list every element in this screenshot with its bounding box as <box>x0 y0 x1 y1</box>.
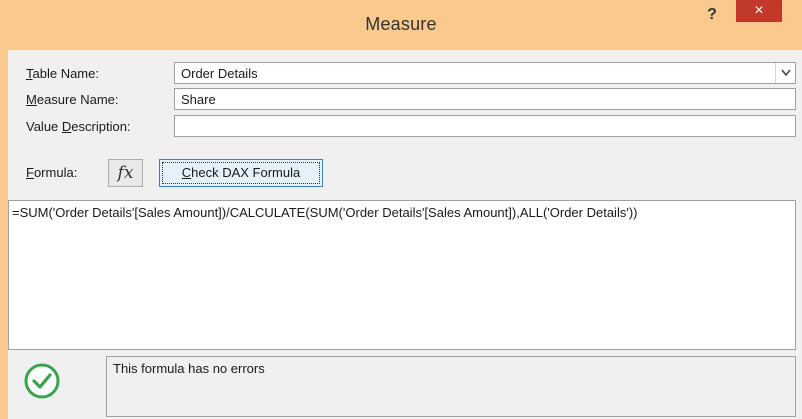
formula-label: Formula: <box>26 165 78 180</box>
measure-dialog: Measure ? × Table Name: Order Details Me… <box>0 0 802 419</box>
value-description-label: Value Description: <box>26 119 131 134</box>
formula-text: =SUM('Order Details'[Sales Amount])/CALC… <box>12 205 638 220</box>
title-bar[interactable]: Measure ? × <box>0 0 802 50</box>
check-dax-formula-label: Check DAX Formula <box>181 165 301 180</box>
dialog-body: Table Name: Order Details Measure Name: … <box>8 50 802 419</box>
help-button[interactable]: ? <box>697 4 727 28</box>
check-dax-formula-button[interactable]: Check DAX Formula <box>159 159 323 187</box>
status-message-box: This formula has no errors <box>106 356 796 417</box>
dialog-title: Measure <box>365 14 437 34</box>
close-button[interactable]: × <box>736 0 782 22</box>
close-icon: × <box>754 2 764 19</box>
chevron-down-icon <box>781 69 791 77</box>
measure-name-value: Share <box>181 92 216 107</box>
table-name-value: Order Details <box>181 66 258 81</box>
formula-textarea[interactable]: =SUM('Order Details'[Sales Amount])/CALC… <box>8 200 796 350</box>
fx-icon: fx <box>117 163 134 183</box>
dropdown-button[interactable] <box>775 63 795 83</box>
insert-function-button[interactable]: fx <box>108 159 143 187</box>
check-circle-icon <box>24 363 60 399</box>
measure-name-input[interactable]: Share <box>174 88 796 110</box>
value-description-input[interactable] <box>174 115 796 137</box>
table-name-dropdown[interactable]: Order Details <box>174 62 796 84</box>
table-name-label: Table Name: <box>26 66 99 81</box>
status-message: This formula has no errors <box>113 361 265 376</box>
measure-name-label: Measure Name: <box>26 92 119 107</box>
